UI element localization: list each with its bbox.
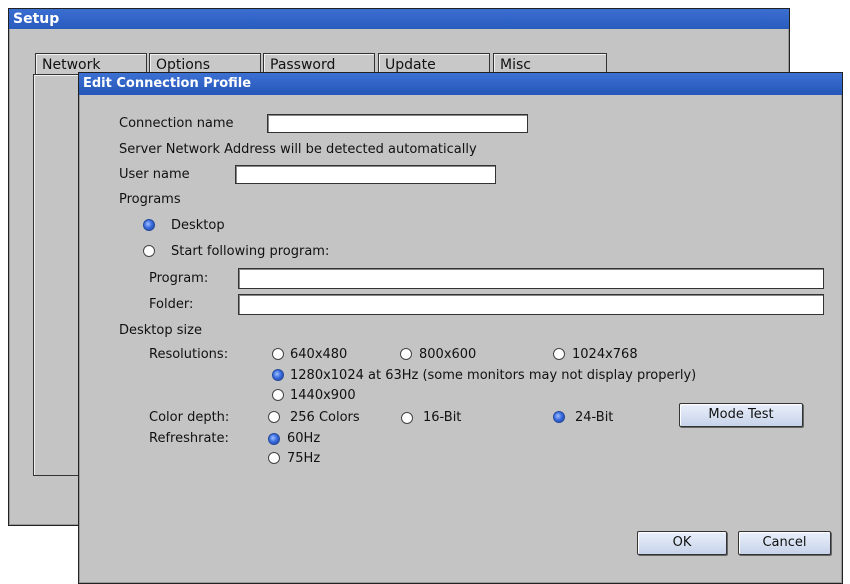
connection-name-input[interactable] <box>267 114 528 133</box>
desktop-size-label: Desktop size <box>119 323 202 338</box>
desktop-radio-label: Desktop <box>171 218 225 233</box>
resolution-1024-label: 1024x768 <box>572 347 638 362</box>
color-depth-label: Color depth: <box>149 410 230 425</box>
start-program-radio[interactable] <box>143 245 155 257</box>
user-name-label: User name <box>119 167 190 182</box>
folder-label: Folder: <box>149 297 194 312</box>
desktop-radio[interactable] <box>143 219 155 231</box>
start-program-radio-label: Start following program: <box>171 244 330 259</box>
color-24bit-radio[interactable] <box>553 411 565 423</box>
program-label: Program: <box>149 271 209 286</box>
dialog-title-bar[interactable]: Edit Connection Profile <box>79 73 842 95</box>
setup-title: Setup <box>13 11 60 27</box>
mode-test-button[interactable]: Mode Test <box>679 403 803 427</box>
setup-title-bar[interactable]: Setup <box>9 9 789 29</box>
resolutions-label: Resolutions: <box>149 347 229 362</box>
programs-label: Programs <box>119 192 181 207</box>
folder-input[interactable] <box>238 294 824 315</box>
color-24bit-label: 24-Bit <box>575 410 614 425</box>
resolution-640-label: 640x480 <box>290 347 348 362</box>
resolution-1280-label: 1280x1024 at 63Hz (some monitors may not… <box>290 368 697 383</box>
resolution-1440-label: 1440x900 <box>290 388 356 403</box>
color-16bit-radio[interactable] <box>401 412 413 424</box>
color-256-radio[interactable] <box>268 411 280 423</box>
tab-label: Options <box>156 57 211 73</box>
connection-name-label: Connection name <box>119 116 234 131</box>
cancel-button[interactable]: Cancel <box>738 531 831 555</box>
refresh-75-radio[interactable] <box>268 452 280 464</box>
user-name-input[interactable] <box>235 165 496 184</box>
edit-connection-dialog: Edit Connection Profile Connection name … <box>78 72 843 584</box>
color-16bit-label: 16-Bit <box>423 410 462 425</box>
color-256-label: 256 Colors <box>290 410 360 425</box>
refresh-60-label: 60Hz <box>287 431 321 446</box>
refresh-60-radio[interactable] <box>268 433 280 445</box>
resolution-800-radio[interactable] <box>400 348 412 360</box>
tab-label: Update <box>385 57 436 73</box>
tab-label: Network <box>42 57 101 73</box>
refresh-rate-label: Refreshrate: <box>149 431 229 446</box>
tab-label: Misc <box>500 57 531 73</box>
server-address-note: Server Network Address will be detected … <box>119 142 477 157</box>
tab-label: Password <box>270 57 336 73</box>
ok-button[interactable]: OK <box>637 531 727 555</box>
refresh-75-label: 75Hz <box>287 451 321 466</box>
resolution-1024-radio[interactable] <box>553 348 565 360</box>
resolution-1440-radio[interactable] <box>272 389 284 401</box>
resolution-800-label: 800x600 <box>419 347 477 362</box>
dialog-title: Edit Connection Profile <box>83 76 252 91</box>
resolution-1280-radio[interactable] <box>272 369 284 381</box>
resolution-640-radio[interactable] <box>272 348 284 360</box>
program-input[interactable] <box>238 268 824 289</box>
